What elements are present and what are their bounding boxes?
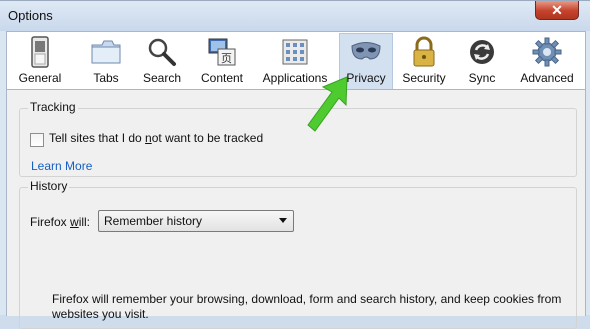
magnifier-icon: [144, 34, 180, 70]
title-bar: Options ✕: [0, 1, 590, 31]
tab-security[interactable]: Security: [397, 34, 451, 89]
tab-general-label: General: [18, 71, 62, 85]
tab-advanced-label: Advanced: [520, 71, 574, 85]
tab-content-label: Content: [200, 71, 244, 85]
tab-search-label: Search: [142, 71, 182, 85]
tracking-group: Tracking Tell sites that I do not want t…: [19, 100, 577, 177]
applications-grid-icon: [277, 34, 313, 70]
tabs-folder-icon: [88, 34, 124, 70]
close-icon: ✕: [551, 2, 563, 18]
tab-general[interactable]: General: [12, 34, 68, 89]
history-description: Firefox will remember your browsing, dow…: [52, 292, 562, 321]
history-group: History Firefox will: Remember history F…: [19, 179, 577, 329]
tab-content[interactable]: 页 Content: [193, 34, 251, 89]
history-title: History: [28, 179, 70, 193]
history-mode-select[interactable]: Remember history: [98, 210, 294, 232]
do-not-track-checkbox[interactable]: [30, 133, 44, 147]
tab-privacy-label: Privacy: [346, 71, 386, 85]
tab-sync[interactable]: Sync: [459, 34, 505, 89]
options-window: Options ✕ General Tabs Search 页 Content: [0, 0, 590, 329]
padlock-icon: [406, 34, 442, 70]
sync-arrows-icon: [464, 34, 500, 70]
history-mode-value: Remember history: [104, 214, 203, 228]
firefox-will-label: Firefox will:: [30, 215, 91, 229]
privacy-mask-icon: [348, 34, 384, 70]
window-title: Options: [8, 8, 53, 23]
options-toolbar: General Tabs Search 页 Content Applicatio…: [6, 31, 586, 90]
tab-sync-label: Sync: [468, 71, 496, 85]
tab-security-label: Security: [402, 71, 446, 85]
do-not-track-label[interactable]: Tell sites that I do not want to be trac…: [49, 131, 263, 145]
chevron-down-icon: [279, 218, 287, 223]
general-switch-icon: [22, 34, 58, 70]
tab-tabs-label: Tabs: [93, 71, 119, 85]
tab-search[interactable]: Search: [137, 34, 187, 89]
tracking-title: Tracking: [28, 100, 78, 114]
annotation-arrow-icon: [307, 76, 348, 132]
gear-icon: [529, 34, 565, 70]
content-pictures-icon: 页: [204, 34, 240, 70]
privacy-panel: Tracking Tell sites that I do not want t…: [6, 89, 586, 329]
close-button[interactable]: ✕: [535, 1, 579, 20]
tab-advanced[interactable]: Advanced: [515, 34, 579, 89]
learn-more-link[interactable]: Learn More: [31, 159, 92, 173]
tab-tabs[interactable]: Tabs: [78, 34, 134, 89]
svg-text:页: 页: [221, 52, 232, 65]
